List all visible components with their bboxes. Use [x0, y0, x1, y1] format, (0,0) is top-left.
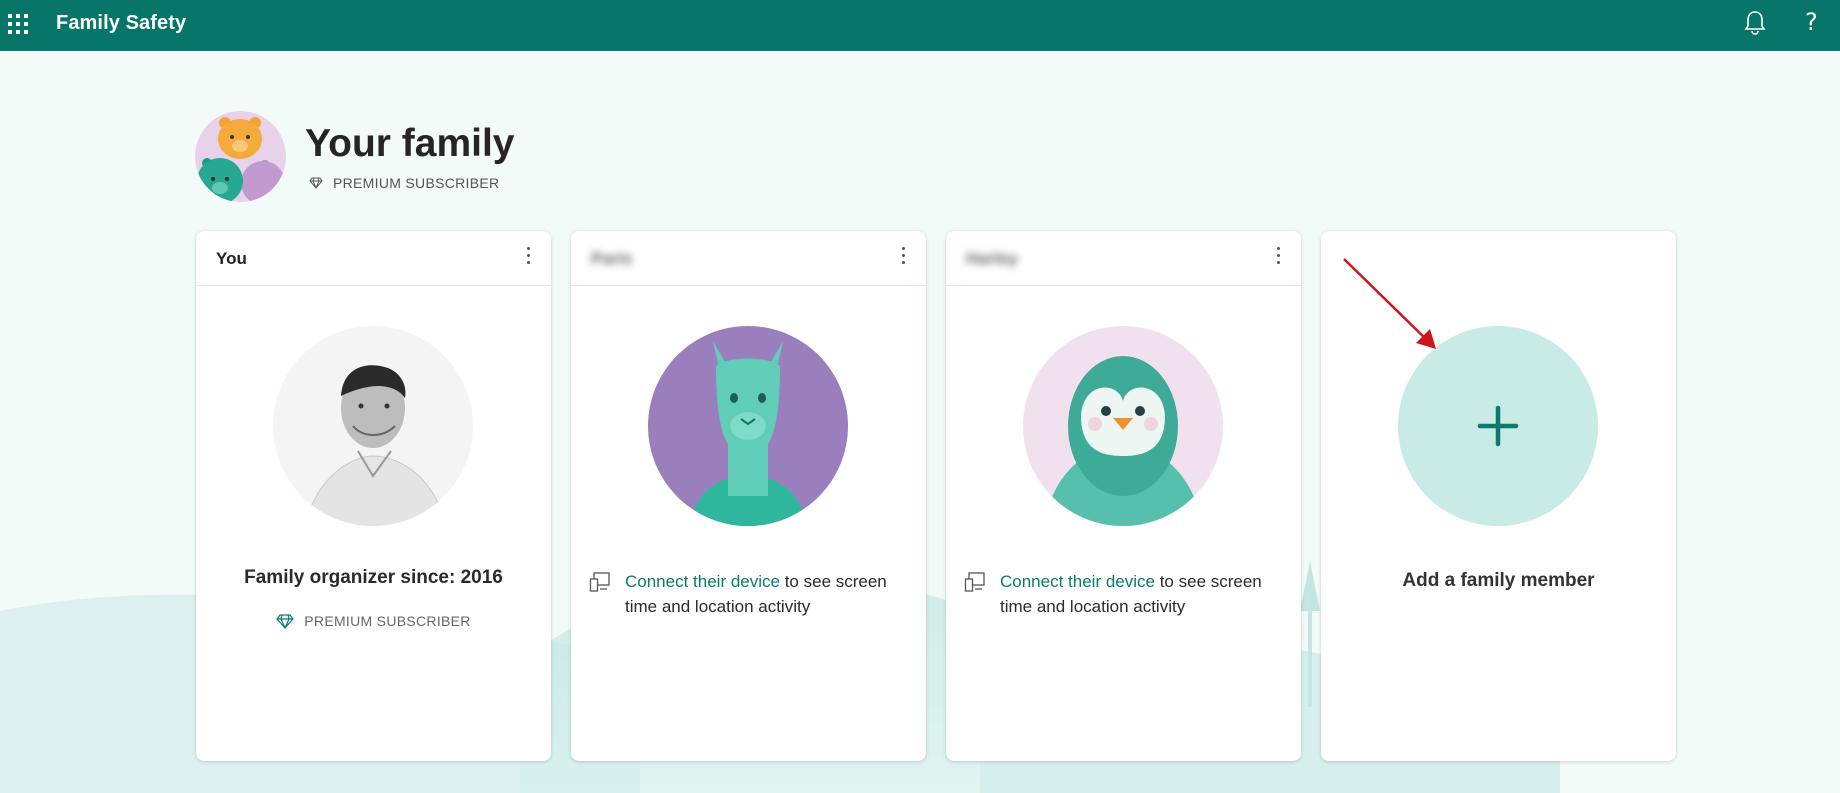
penguin-avatar	[1023, 326, 1223, 526]
red-arrow-annotation	[1343, 258, 1436, 349]
devices-icon	[589, 572, 610, 592]
connect-device-link[interactable]: Connect their device	[625, 572, 780, 591]
member-card-you: You Family organizer since: 2016 PREMIUM…	[196, 231, 551, 761]
member-name: Harley	[966, 249, 1018, 268]
app-title[interactable]: Family Safety	[56, 12, 186, 35]
bell-icon[interactable]	[1743, 10, 1767, 36]
card-header: You	[196, 231, 551, 286]
devices-icon	[964, 572, 985, 592]
llama-avatar	[648, 326, 848, 526]
premium-badge: PREMIUM SUBSCRIBER	[196, 613, 551, 629]
card-header: Harley	[946, 231, 1301, 286]
premium-label: PREMIUM SUBSCRIBER	[333, 175, 500, 191]
more-options-icon[interactable]	[1275, 247, 1281, 269]
more-options-icon[interactable]	[900, 247, 906, 269]
premium-label: PREMIUM SUBSCRIBER	[304, 613, 471, 629]
add-member-label[interactable]: Add a family member	[1321, 570, 1676, 592]
member-card-child: Paris Connect their device to see screen…	[571, 231, 926, 761]
person-photo	[273, 326, 473, 526]
connect-device-link[interactable]: Connect their device	[1000, 572, 1155, 591]
add-member-button[interactable]	[1398, 326, 1598, 526]
diamond-icon	[309, 177, 323, 189]
top-bar: Family Safety ?	[0, 0, 1840, 51]
more-options-icon[interactable]	[525, 247, 531, 269]
card-header: Paris	[571, 231, 926, 286]
member-card-child: Harley Connect their device to see scree…	[946, 231, 1301, 761]
page-title: Your family	[305, 122, 515, 165]
app-launcher-icon[interactable]	[7, 13, 29, 35]
connect-text: Connect their device to see screen time …	[625, 569, 909, 619]
connect-text: Connect their device to see screen time …	[1000, 569, 1284, 619]
premium-badge: PREMIUM SUBSCRIBER	[309, 175, 499, 191]
member-name: You	[216, 249, 247, 268]
diamond-icon	[276, 613, 295, 629]
connect-device-prompt: Connect their device to see screen time …	[589, 569, 909, 619]
plus-icon	[1477, 405, 1519, 447]
family-bears-avatar	[195, 111, 286, 202]
help-icon[interactable]: ?	[1805, 8, 1818, 36]
member-name: Paris	[591, 249, 633, 268]
connect-device-prompt: Connect their device to see screen time …	[964, 569, 1284, 619]
organizer-status: Family organizer since: 2016	[244, 567, 503, 588]
